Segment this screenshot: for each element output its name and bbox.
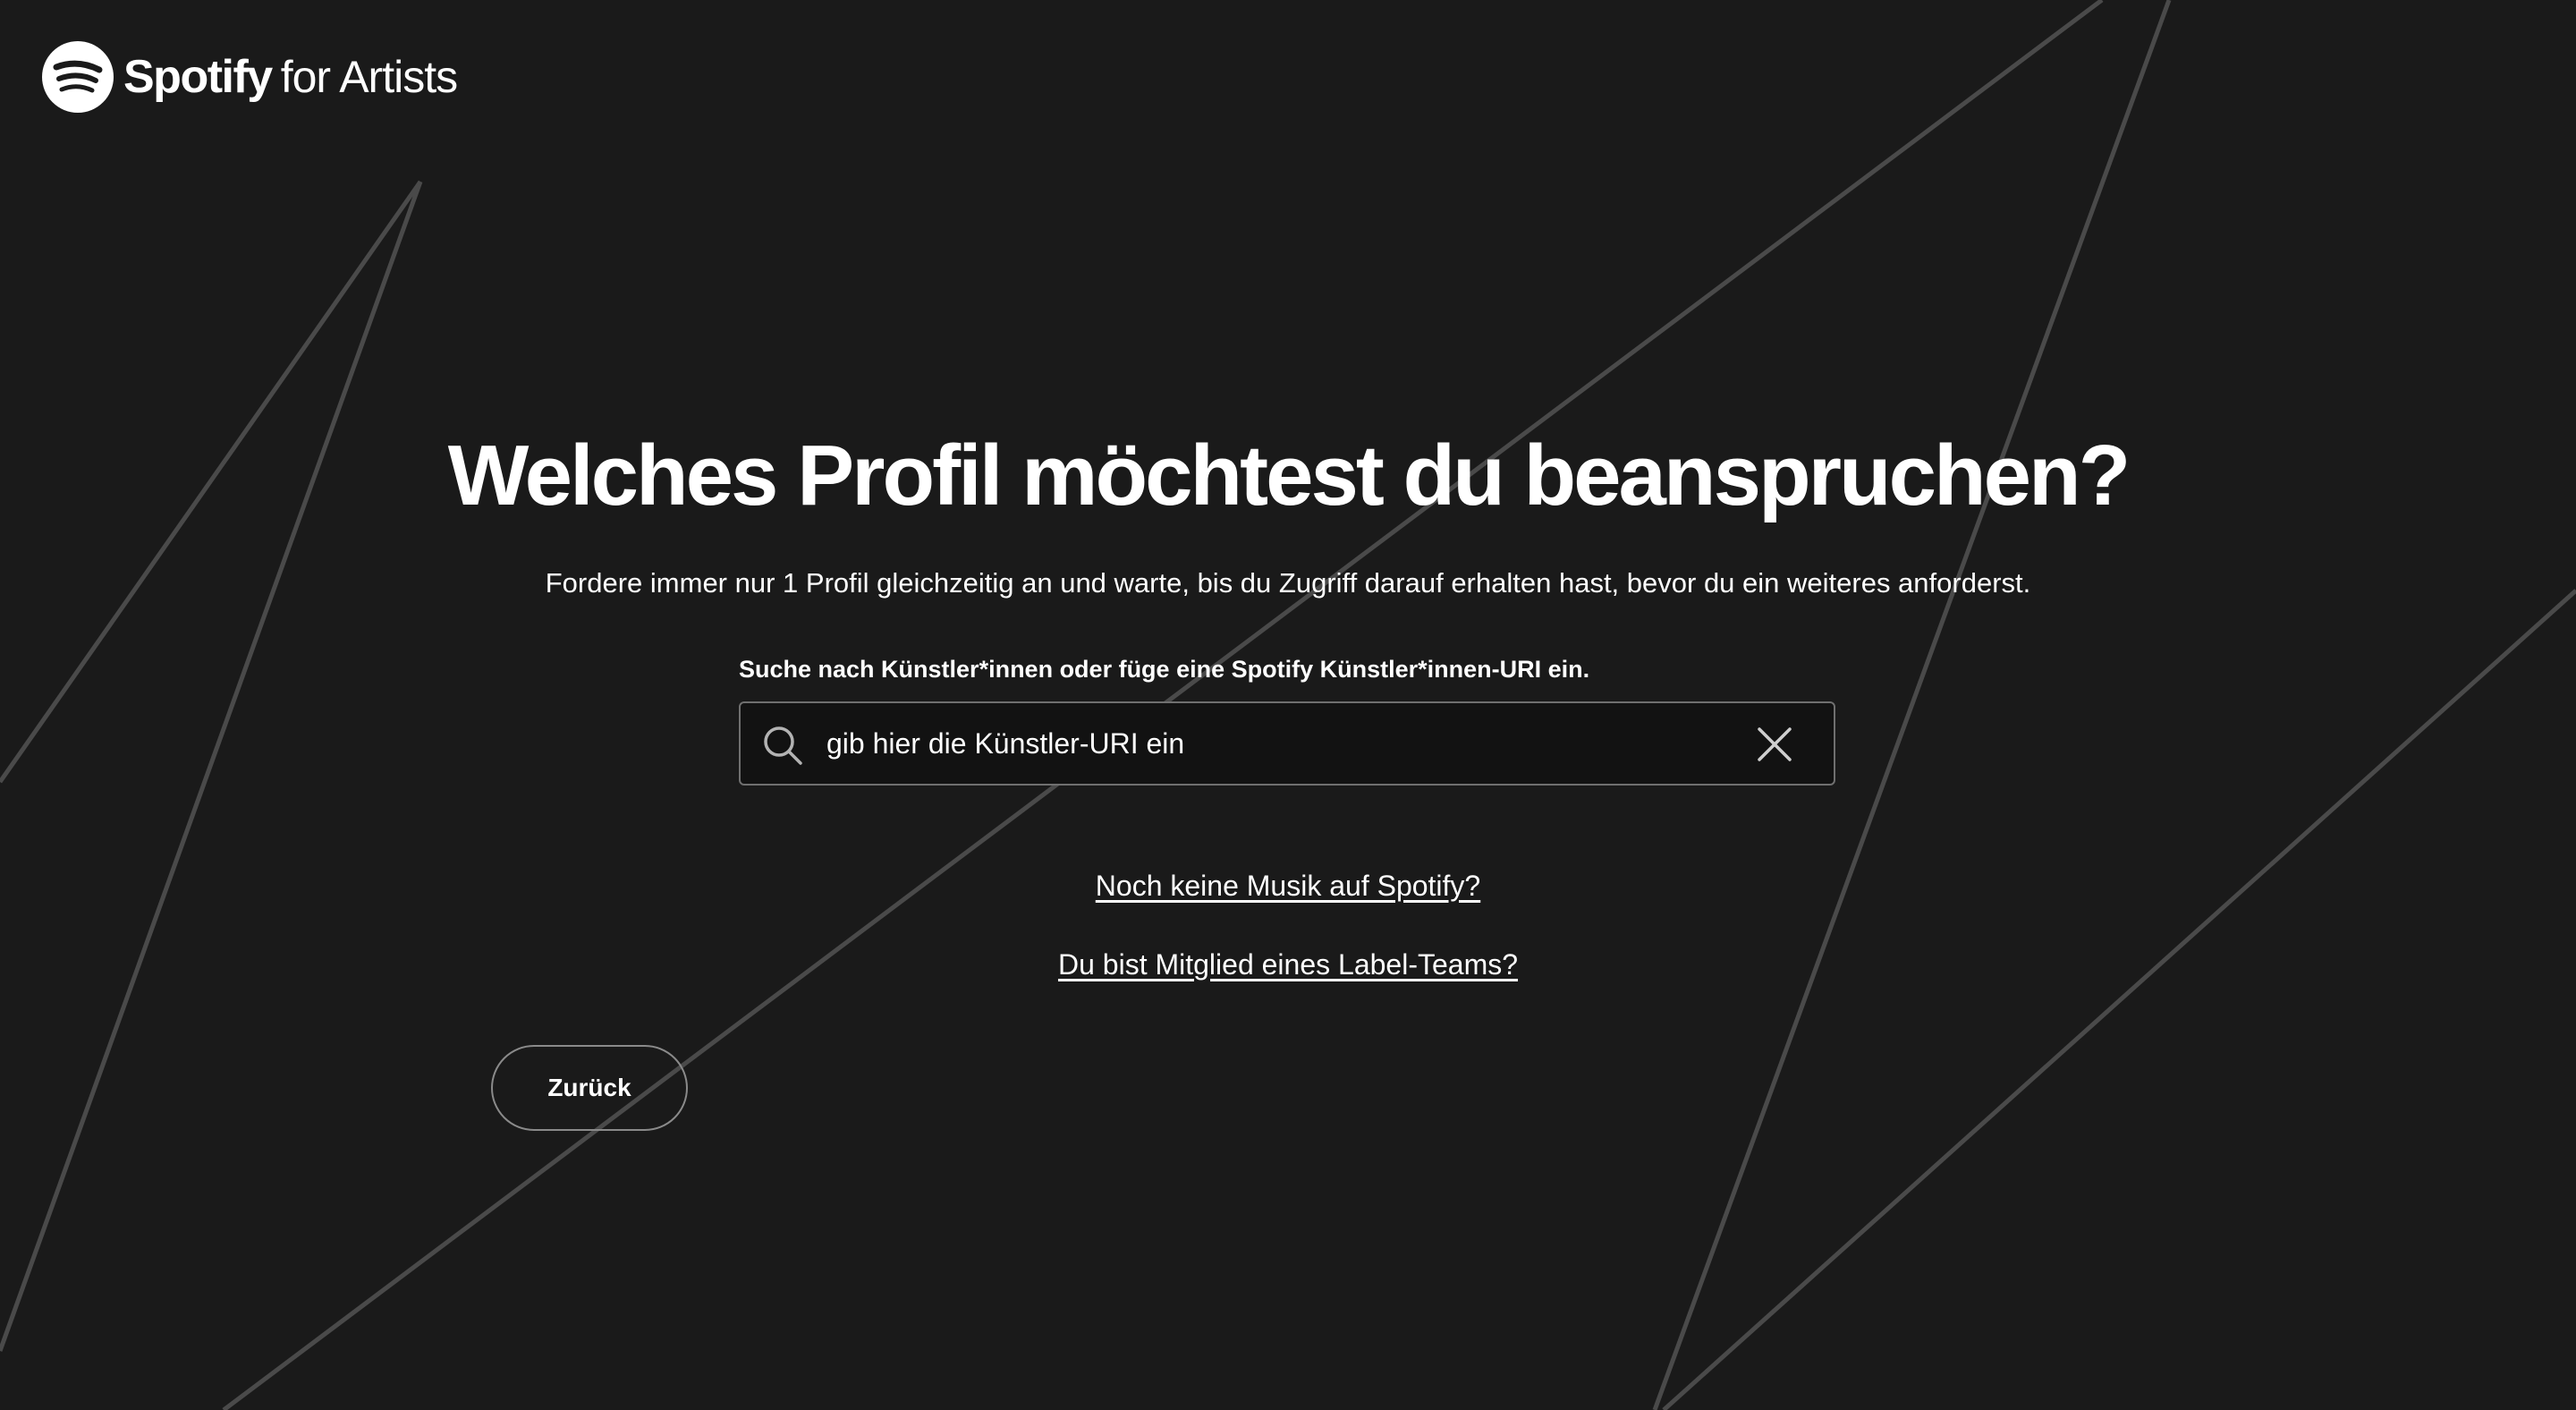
claim-profile-section: Welches Profil möchtest du beanspruchen?… xyxy=(0,0,2576,1410)
search-input[interactable] xyxy=(826,703,1667,784)
page-subtitle: Fordere immer nur 1 Profil gleichzeitig … xyxy=(545,567,2031,599)
back-button[interactable]: Zurück xyxy=(491,1045,688,1131)
no-music-on-spotify-link[interactable]: Noch keine Musik auf Spotify? xyxy=(1096,870,1480,902)
no-music-link-row: Noch keine Musik auf Spotify? xyxy=(0,868,2576,904)
label-team-member-link[interactable]: Du bist Mitglied eines Label-Teams? xyxy=(1058,948,1518,981)
search-icon xyxy=(764,726,802,765)
artist-search-field[interactable] xyxy=(739,701,1835,786)
page-title: Welches Profil möchtest du beanspruchen? xyxy=(447,428,2131,523)
label-team-link-row: Du bist Mitglied eines Label-Teams? xyxy=(0,947,2576,982)
search-label: Suche nach Künstler*innen oder füge eine… xyxy=(739,656,1590,683)
close-icon[interactable] xyxy=(1757,726,1792,762)
